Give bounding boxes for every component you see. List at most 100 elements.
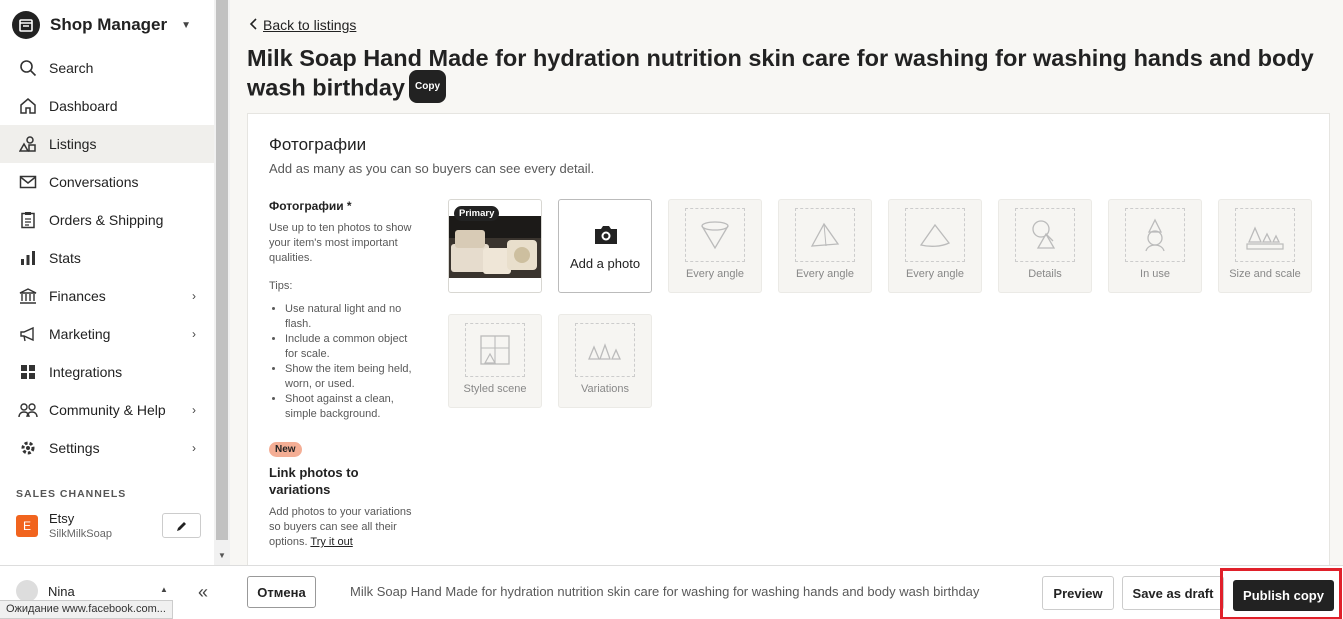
try-it-out-link[interactable]: Try it out	[310, 536, 352, 548]
sidebar-item-label: Marketing	[49, 326, 111, 342]
link-photos-title: Link photos to variations	[269, 465, 359, 497]
sales-channel-etsy[interactable]: E Etsy SilkMilkSoap	[16, 511, 206, 547]
tip-item: Shoot against a clean, simple background…	[285, 392, 419, 422]
photo-slot-details[interactable]: Details	[998, 199, 1092, 293]
sidebar-item-label: Settings	[49, 440, 100, 456]
app-root: Shop Manager ▼ Search Dashboard Listings…	[0, 0, 1343, 619]
collapse-sidebar-icon[interactable]: «	[198, 582, 208, 603]
sidebar: Shop Manager ▼ Search Dashboard Listings…	[0, 0, 214, 565]
page-title: Milk Soap Hand Made for hydration nutrit…	[247, 44, 1327, 106]
sales-channels-heading: SALES CHANNELS	[16, 488, 127, 500]
chevron-right-icon: ›	[192, 441, 196, 455]
chevron-right-icon: ›	[192, 403, 196, 417]
scrollbar-thumb[interactable]	[216, 0, 228, 540]
user-menu[interactable]: Nina	[16, 580, 75, 602]
bank-icon	[17, 285, 39, 307]
shop-manager-title: Shop Manager	[50, 15, 168, 34]
photo-slot-every-angle[interactable]: Every angle	[668, 199, 762, 293]
sidebar-item-label: Stats	[49, 250, 81, 266]
scroll-down-arrow-icon[interactable]: ▼	[218, 551, 226, 560]
cone-top-icon	[919, 223, 951, 247]
magnifier-detail-icon	[1032, 220, 1056, 249]
sidebar-scrollbar[interactable]: ▼	[214, 0, 230, 565]
primary-photo-tile[interactable]: Primary	[448, 199, 542, 293]
sidebar-item-label: Finances	[49, 288, 106, 304]
channel-shop-name: SilkMilkSoap	[49, 528, 112, 540]
grid-icon	[17, 361, 39, 383]
listing-title-summary: Milk Soap Hand Made for hydration nutrit…	[350, 584, 980, 599]
tips-list: Use natural light and no flash. Include …	[269, 302, 419, 422]
slot-label: Every angle	[685, 268, 745, 280]
slot-label: In use	[1140, 268, 1170, 280]
new-badge: New	[269, 442, 302, 457]
main-content: Back to listings Milk Soap Hand Made for…	[230, 0, 1343, 565]
shapes-icon	[17, 133, 39, 155]
cone-angle-icon	[701, 221, 729, 250]
photo-slot-in-use[interactable]: In use	[1108, 199, 1202, 293]
add-photo-button[interactable]: Add a photo	[558, 199, 652, 293]
sidebar-item-marketing[interactable]: Marketing ›	[0, 315, 214, 353]
photo-slot-size-and-scale[interactable]: Size and scale	[1218, 199, 1312, 293]
slot-label: Every angle	[905, 268, 965, 280]
shop-manager-menu[interactable]: Shop Manager ▼	[12, 11, 191, 39]
sidebar-item-search[interactable]: Search	[0, 49, 214, 87]
publish-copy-button[interactable]: Publish copy	[1233, 580, 1334, 611]
sidebar-item-label: Search	[49, 60, 94, 76]
chevron-right-icon: ›	[192, 289, 196, 303]
sidebar-item-orders[interactable]: Orders & Shipping	[0, 201, 214, 239]
tips-heading: Tips:	[269, 280, 293, 292]
sidebar-item-finances[interactable]: Finances ›	[0, 277, 214, 315]
tip-item: Show the item being held, worn, or used.	[285, 362, 419, 392]
chevron-left-icon	[249, 17, 257, 33]
variations-icon	[588, 343, 622, 360]
save-as-draft-button[interactable]: Save as draft	[1122, 576, 1224, 610]
cone-side-icon	[810, 222, 840, 247]
preview-button[interactable]: Preview	[1042, 576, 1114, 610]
photo-slot-every-angle[interactable]: Every angle	[888, 199, 982, 293]
clipboard-icon	[17, 209, 39, 231]
shop-manager-logo-icon	[12, 11, 40, 39]
photo-slot-styled-scene[interactable]: Styled scene	[448, 314, 542, 408]
gear-icon	[17, 437, 39, 459]
pencil-icon	[176, 521, 186, 531]
channel-name: Etsy	[49, 511, 75, 526]
caret-down-icon: ▼	[181, 19, 192, 31]
home-icon	[17, 95, 39, 117]
photos-field-label: Фотографии *	[269, 199, 352, 213]
bar-chart-icon	[17, 247, 39, 269]
photos-help-column: Фотографии * Use up to ten photos to sho…	[269, 199, 419, 550]
placeholder-frame	[795, 208, 855, 262]
link-photos-text: Add photos to your variations so buyers …	[269, 505, 419, 550]
sidebar-item-stats[interactable]: Stats	[0, 239, 214, 277]
sidebar-item-conversations[interactable]: Conversations	[0, 163, 214, 201]
sidebar-item-label: Listings	[49, 136, 97, 152]
photos-section-title: Фотографии	[269, 135, 367, 154]
avatar	[16, 580, 38, 602]
bottom-action-bar: Nina ▲ « Отмена Milk Soap Hand Made for …	[0, 565, 1343, 619]
megaphone-icon	[17, 323, 39, 345]
placeholder-frame	[575, 323, 635, 377]
slot-label: Every angle	[795, 268, 855, 280]
sidebar-item-label: Integrations	[49, 364, 123, 380]
ruler-scale-icon	[1246, 226, 1284, 250]
browser-status-bar: Ожидание www.facebook.com...	[0, 600, 173, 619]
sidebar-item-label: Orders & Shipping	[49, 212, 164, 228]
placeholder-frame	[685, 208, 745, 262]
back-to-listings-link[interactable]: Back to listings	[249, 17, 356, 33]
sidebar-item-settings[interactable]: Settings ›	[0, 429, 214, 467]
publish-highlight-box: Publish copy	[1220, 568, 1342, 619]
sidebar-item-community[interactable]: Community & Help ›	[0, 391, 214, 429]
sidebar-item-integrations[interactable]: Integrations	[0, 353, 214, 391]
cancel-button[interactable]: Отмена	[247, 576, 316, 608]
slot-label: Size and scale	[1229, 268, 1301, 280]
caret-up-icon[interactable]: ▲	[160, 585, 168, 594]
sidebar-item-listings[interactable]: Listings	[0, 125, 214, 163]
photo-slot-variations[interactable]: Variations	[558, 314, 652, 408]
edit-channel-button[interactable]	[162, 513, 201, 538]
tip-item: Include a common object for scale.	[285, 332, 419, 362]
camera-icon	[595, 226, 617, 244]
sidebar-item-dashboard[interactable]: Dashboard	[0, 87, 214, 125]
slot-label: Details	[1028, 268, 1062, 280]
slot-label: Variations	[580, 383, 630, 395]
photo-slot-every-angle[interactable]: Every angle	[778, 199, 872, 293]
